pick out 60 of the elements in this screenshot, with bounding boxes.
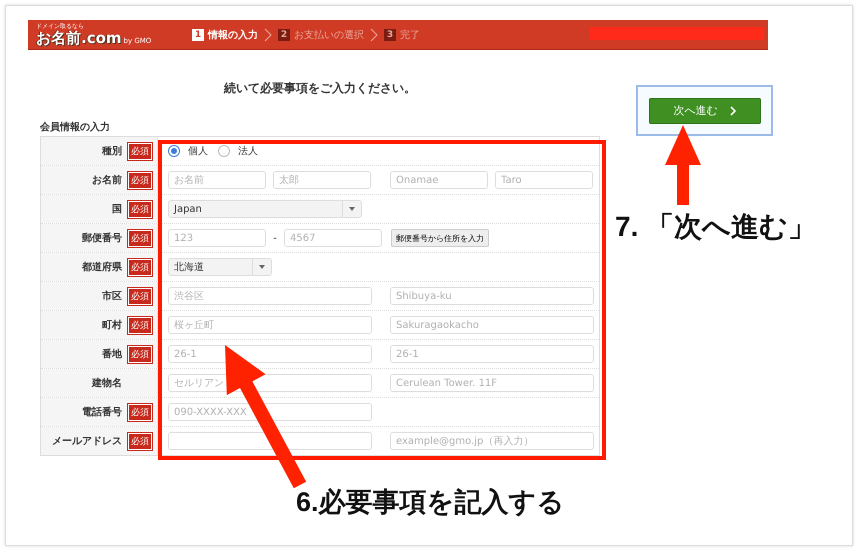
input-field[interactable]: お名前 — [168, 171, 266, 189]
field-label: 市区 — [102, 289, 122, 303]
input-field[interactable]: 桜ヶ丘町 — [168, 316, 372, 334]
required-badge: 必須 — [128, 172, 152, 188]
radio-label: 法人 — [238, 144, 258, 158]
chevron-icon — [730, 106, 736, 116]
required-badge: 必須 — [128, 200, 152, 218]
step-number: 1 — [192, 28, 204, 40]
input-field[interactable]: 太郎 — [273, 171, 371, 189]
input-field[interactable]: Sakuragaokacho — [390, 316, 594, 334]
input-field[interactable]: 26-1 — [390, 345, 594, 363]
input-field[interactable]: 090-XXXX-XXX — [168, 403, 372, 421]
required-badge: 必須 — [128, 258, 152, 276]
select-box[interactable]: Japan — [168, 200, 362, 218]
field-label: 番地 — [102, 348, 122, 361]
field-label: 電話番号 — [82, 406, 122, 419]
required-badge: 必須 — [128, 288, 152, 304]
step-label: お支払いの選択 — [294, 28, 364, 42]
input-field[interactable] — [168, 432, 372, 450]
step-number: 2 — [278, 28, 290, 40]
field-label: 郵便番号 — [82, 232, 122, 245]
required-badge: 必須 — [128, 230, 152, 246]
logo[interactable]: お名前.com — [36, 30, 122, 46]
input-field[interactable]: Taro — [495, 171, 593, 189]
input-field[interactable]: Shibuya-ku — [390, 287, 594, 305]
input-field[interactable]: Cerulean Tower. 11F — [390, 374, 594, 392]
field-label: 国 — [112, 203, 122, 216]
input-field[interactable]: 123 — [168, 229, 266, 247]
field-label: お名前 — [92, 174, 122, 187]
select-box[interactable]: 北海道 — [168, 258, 272, 276]
step-number: 3 — [384, 28, 396, 40]
field-label: メールアドレス — [52, 435, 122, 448]
required-badge: 必須 — [128, 404, 152, 420]
section-heading: 会員情報の入力 — [40, 120, 111, 135]
separator: - — [272, 232, 278, 244]
chevron-icon — [264, 28, 272, 42]
input-field[interactable]: 26-1 — [168, 345, 372, 363]
input-field[interactable]: 渋谷区 — [168, 287, 372, 305]
input-field[interactable]: Onamae — [390, 171, 488, 189]
field-label: 都道府県 — [82, 260, 122, 274]
required-badge: 必須 — [128, 346, 152, 362]
page-heading: 続いて必要事項をご入力ください。 — [222, 80, 417, 96]
chevron-icon — [370, 28, 378, 42]
radio-button[interactable] — [168, 145, 180, 157]
step-label: 完了 — [400, 28, 420, 42]
annotation-text: 7. 「次へ進む」 — [615, 210, 816, 244]
required-badge: 必須 — [128, 316, 152, 334]
next-button[interactable]: 次へ進む — [648, 98, 760, 124]
radio-label: 個人 — [188, 145, 208, 158]
annotation-text: 6.必要事項を記入する — [296, 486, 565, 519]
field-label: 建物名 — [92, 376, 122, 390]
required-badge: 必須 — [128, 142, 152, 160]
field-label: 種別 — [102, 144, 122, 158]
radio-button[interactable] — [218, 145, 230, 157]
input-field[interactable]: 4567 — [284, 229, 382, 247]
required-badge: 必須 — [128, 432, 152, 450]
field-label: 町村 — [102, 318, 122, 332]
input-field[interactable]: example@gmo.jp（再入力） — [390, 432, 594, 450]
step-label: 情報の入力 — [208, 28, 258, 42]
address-lookup-button[interactable]: 郵便番号から住所を入力 — [391, 229, 489, 247]
